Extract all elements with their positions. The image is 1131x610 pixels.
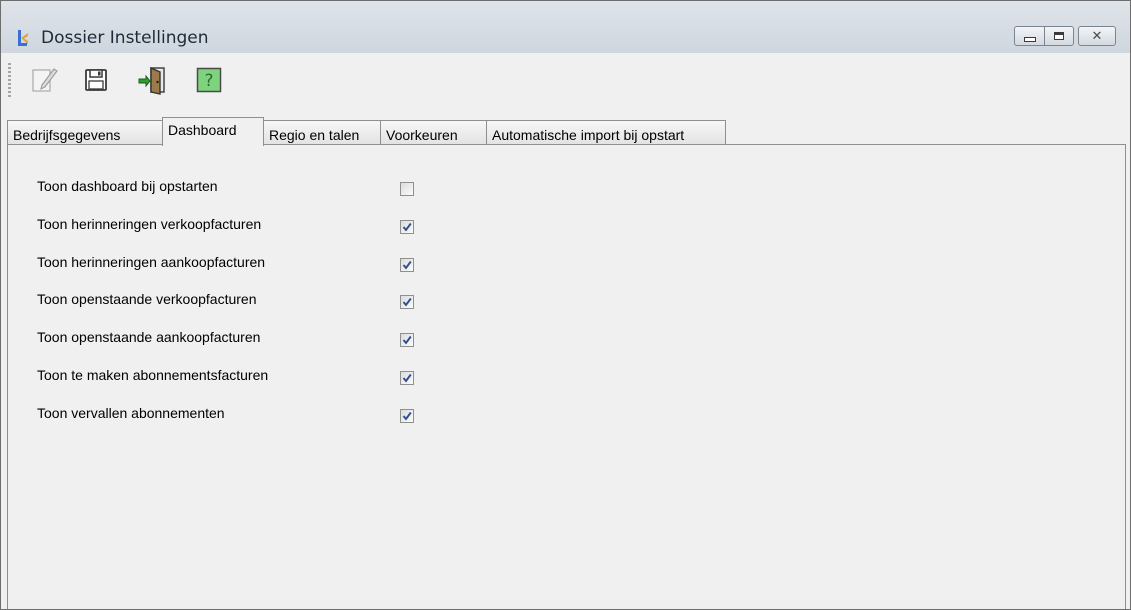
title-bar[interactable]: Dossier Instellingen ✕ — [1, 1, 1130, 53]
minimize-icon — [1023, 36, 1036, 42]
tab-automatische-import[interactable]: Automatische import bij opstart — [486, 120, 726, 145]
tab-regio-en-talen[interactable]: Regio en talen — [263, 120, 381, 145]
option-label-openstaande-aankoopfacturen: Toon openstaande aankoopfacturen — [37, 329, 261, 345]
edit-button[interactable] — [27, 65, 61, 99]
save-button[interactable] — [79, 65, 113, 99]
option-label-herinneringen-verkoopfacturen: Toon herinneringen verkoopfacturen — [37, 216, 262, 232]
close-button[interactable]: ✕ — [1078, 26, 1116, 46]
tab-strip: Bedrijfsgegevens Dashboard Regio en tale… — [7, 117, 1126, 146]
toolbar-grip[interactable] — [8, 63, 11, 99]
svg-text:?: ? — [204, 71, 213, 91]
tab-voorkeuren[interactable]: Voorkeuren — [380, 120, 487, 145]
option-label-vervallen-abonnementen: Toon vervallen abonnementen — [37, 405, 225, 421]
window-title: Dossier Instellingen — [41, 28, 209, 48]
tab-label: Dashboard — [168, 122, 237, 138]
toolbar: ? — [1, 57, 1130, 107]
dashboard-panel: Toon dashboard bij opstarten Toon herinn… — [7, 144, 1126, 609]
window-controls: ✕ — [1014, 26, 1116, 46]
minimize-button[interactable] — [1014, 26, 1044, 46]
checkmark-icon — [402, 411, 412, 421]
checkbox-openstaande-aankoopfacturen[interactable] — [400, 333, 414, 347]
checkmark-icon — [402, 222, 412, 232]
tab-label: Voorkeuren — [386, 127, 458, 143]
help-icon: ? — [196, 67, 222, 98]
save-icon — [84, 68, 108, 97]
checkmark-icon — [402, 373, 412, 383]
tab-dashboard[interactable]: Dashboard — [162, 117, 264, 146]
checkbox-herinneringen-verkoopfacturen[interactable] — [400, 220, 414, 234]
maximize-button[interactable] — [1044, 26, 1074, 46]
option-label-te-maken-abonnementsfacturen: Toon te maken abonnementsfacturen — [37, 367, 269, 383]
option-label-dashboard-bij-opstarten: Toon dashboard bij opstarten — [37, 178, 218, 194]
min-max-group — [1014, 26, 1074, 46]
tab-label: Regio en talen — [269, 127, 360, 143]
tab-label: Automatische import bij opstart — [492, 127, 685, 143]
checkbox-te-maken-abonnementsfacturen[interactable] — [400, 371, 414, 385]
close-icon: ✕ — [1091, 28, 1103, 44]
checkbox-vervallen-abonnementen[interactable] — [400, 409, 414, 423]
help-button[interactable]: ? — [192, 65, 226, 99]
option-label-openstaande-verkoopfacturen: Toon openstaande verkoopfacturen — [37, 291, 257, 307]
maximize-icon — [1054, 32, 1064, 40]
option-label-herinneringen-aankoopfacturen: Toon herinneringen aankoopfacturen — [37, 254, 266, 270]
checkmark-icon — [402, 260, 412, 270]
tab-bedrijfsgegevens[interactable]: Bedrijfsgegevens — [7, 120, 163, 145]
edit-icon — [29, 65, 59, 100]
app-logo-icon — [14, 29, 32, 47]
checkbox-openstaande-verkoopfacturen[interactable] — [400, 295, 414, 309]
exit-door-icon — [137, 65, 167, 100]
checkbox-dashboard-bij-opstarten[interactable] — [400, 182, 414, 196]
exit-button[interactable] — [135, 65, 169, 99]
tab-label: Bedrijfsgegevens — [13, 127, 121, 143]
checkmark-icon — [402, 297, 412, 307]
dossier-instellingen-window: Dossier Instellingen ✕ ? Bedrijfsgegeven… — [0, 0, 1131, 610]
checkbox-herinneringen-aankoopfacturen[interactable] — [400, 258, 414, 272]
checkmark-icon — [402, 335, 412, 345]
